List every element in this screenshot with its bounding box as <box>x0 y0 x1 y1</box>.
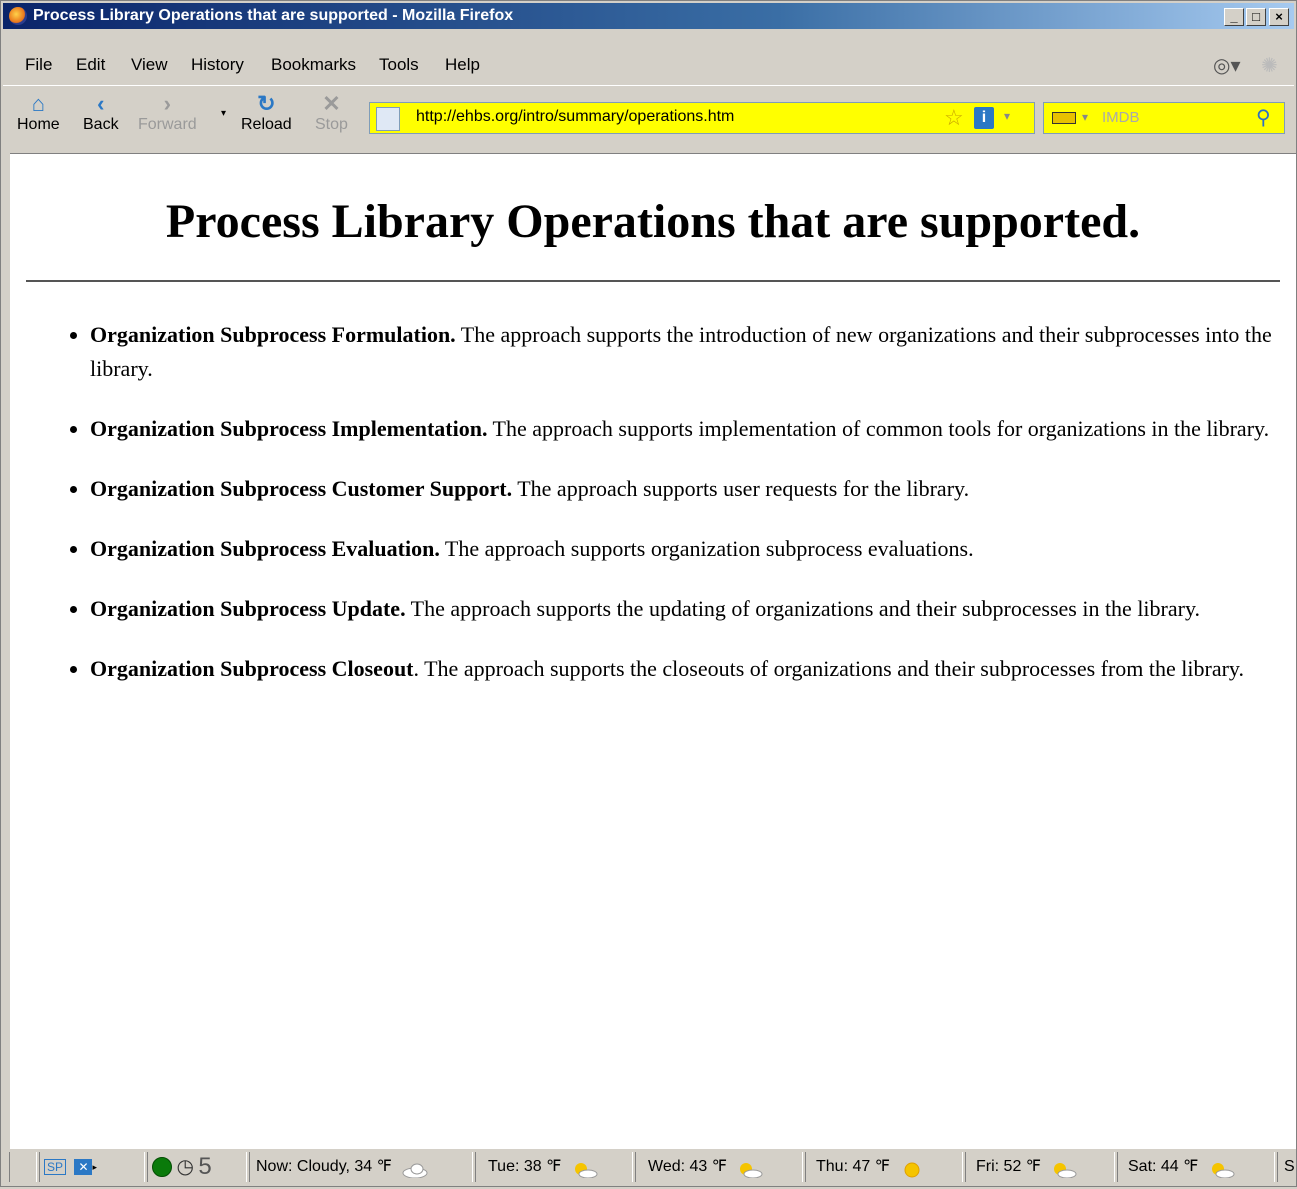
minimize-button[interactable]: _ <box>1224 8 1244 26</box>
back-button[interactable]: ‹ Back <box>83 92 119 134</box>
navigation-toolbar: ⌂ Home ‹ Back › Forward ▾ ↻ Reload ✕ Sto… <box>3 85 1294 154</box>
partly-sunny-icon <box>1209 1159 1235 1179</box>
count-badge: 5 <box>198 1153 212 1180</box>
browser-window: Process Library Operations that are supp… <box>0 0 1297 1187</box>
menu-edit[interactable]: Edit <box>76 55 105 75</box>
xmarks-dropdown-icon[interactable]: ▸ <box>92 1162 97 1172</box>
firefox-logo-icon <box>9 7 27 25</box>
search-placeholder: IMDB <box>1102 109 1140 126</box>
url-dropdown-icon[interactable]: ▾ <box>1004 109 1010 123</box>
weather-wed[interactable]: Wed: 43 ℉ <box>635 1152 803 1182</box>
page-content: Process Library Operations that are supp… <box>10 153 1296 1149</box>
weather-now[interactable]: Now: Cloudy, 34 ℉ <box>249 1152 473 1182</box>
list-item: Organization Subprocess Customer Support… <box>90 472 1297 506</box>
timer-panel: ◷ 5 <box>147 1152 247 1182</box>
forward-button[interactable]: › Forward <box>138 92 197 134</box>
page-heading: Process Library Operations that are supp… <box>165 195 1141 248</box>
list-item: Organization Subprocess Update. The appr… <box>90 592 1297 626</box>
site-identity-icon[interactable] <box>376 107 400 131</box>
search-engine-icon[interactable] <box>1052 112 1076 124</box>
stop-button[interactable]: ✕ Stop <box>315 92 348 134</box>
menu-history[interactable]: History <box>191 55 244 75</box>
partly-sunny-icon <box>737 1159 763 1179</box>
title-bar: Process Library Operations that are supp… <box>3 3 1294 29</box>
weather-tue[interactable]: Tue: 38 ℉ <box>475 1152 633 1182</box>
url-text: http://ehbs.org/intro/summary/operations… <box>416 108 735 125</box>
sunny-icon <box>900 1159 926 1178</box>
menu-bookmarks[interactable]: Bookmarks <box>271 55 356 75</box>
weather-sat[interactable]: Sat: 44 ℉ <box>1117 1152 1275 1182</box>
home-icon: ⌂ <box>31 91 45 116</box>
menu-bar: File Edit View History Bookmarks Tools H… <box>3 51 1294 79</box>
stop-icon: ✕ <box>322 91 341 116</box>
menu-tools[interactable]: Tools <box>379 55 419 75</box>
cloud-icon <box>402 1159 428 1179</box>
status-bar: SP ✕ ▸ ◷ 5 Now: Cloudy, 34 ℉ Tue: 38 ℉ We… <box>3 1149 1295 1185</box>
window-title: Process Library Operations that are supp… <box>33 7 514 24</box>
close-button[interactable]: × <box>1269 8 1289 26</box>
search-engine-dropdown-icon[interactable]: ▾ <box>1082 110 1088 124</box>
xmarks-icon[interactable]: ✕ <box>74 1159 93 1175</box>
partly-sunny-icon <box>1051 1159 1077 1179</box>
info-icon[interactable]: i <box>974 107 994 129</box>
maximize-button[interactable]: □ <box>1246 8 1266 26</box>
weather-more[interactable]: S <box>1277 1152 1295 1182</box>
url-bar[interactable]: http://ehbs.org/intro/summary/operations… <box>369 102 1035 134</box>
history-dropdown-icon[interactable]: ▾ <box>221 108 226 119</box>
list-item: Organization Subprocess Implementation. … <box>90 412 1297 446</box>
status-green-icon[interactable] <box>152 1157 172 1177</box>
list-item: Organization Subprocess Formulation. The… <box>90 318 1297 386</box>
menu-file[interactable]: File <box>25 55 52 75</box>
list-item: Organization Subprocess Closeout. The ap… <box>90 652 1297 686</box>
menu-help[interactable]: Help <box>445 55 480 75</box>
divider <box>26 280 1280 282</box>
search-go-icon[interactable]: ⚲ <box>1256 105 1271 130</box>
list-item: Organization Subprocess Evaluation. The … <box>90 532 1297 566</box>
operations-list: Organization Subprocess Formulation. The… <box>64 318 1297 712</box>
home-button[interactable]: ⌂ Home <box>17 92 60 134</box>
weather-fri[interactable]: Fri: 52 ℉ <box>965 1152 1115 1182</box>
search-bar[interactable]: ▾ IMDB ⚲ <box>1043 102 1285 134</box>
clock-icon[interactable]: ◷ <box>176 1152 193 1182</box>
status-message <box>9 1152 37 1182</box>
partly-sunny-icon <box>572 1159 598 1179</box>
menu-view[interactable]: View <box>131 55 168 75</box>
forward-arrow-icon: › <box>163 91 171 116</box>
throbber-icon: ✺ <box>1261 55 1278 77</box>
activity-icon[interactable]: ◎▾ <box>1213 53 1241 78</box>
sp-icon[interactable]: SP <box>44 1159 67 1175</box>
addon-icons: SP ✕ ▸ <box>39 1152 145 1182</box>
weather-thu[interactable]: Thu: 47 ℉ <box>805 1152 963 1182</box>
back-arrow-icon: ‹ <box>97 91 105 116</box>
bookmark-star-icon[interactable]: ☆ <box>944 105 964 131</box>
reload-button[interactable]: ↻ Reload <box>241 92 292 134</box>
reload-icon: ↻ <box>257 91 276 116</box>
